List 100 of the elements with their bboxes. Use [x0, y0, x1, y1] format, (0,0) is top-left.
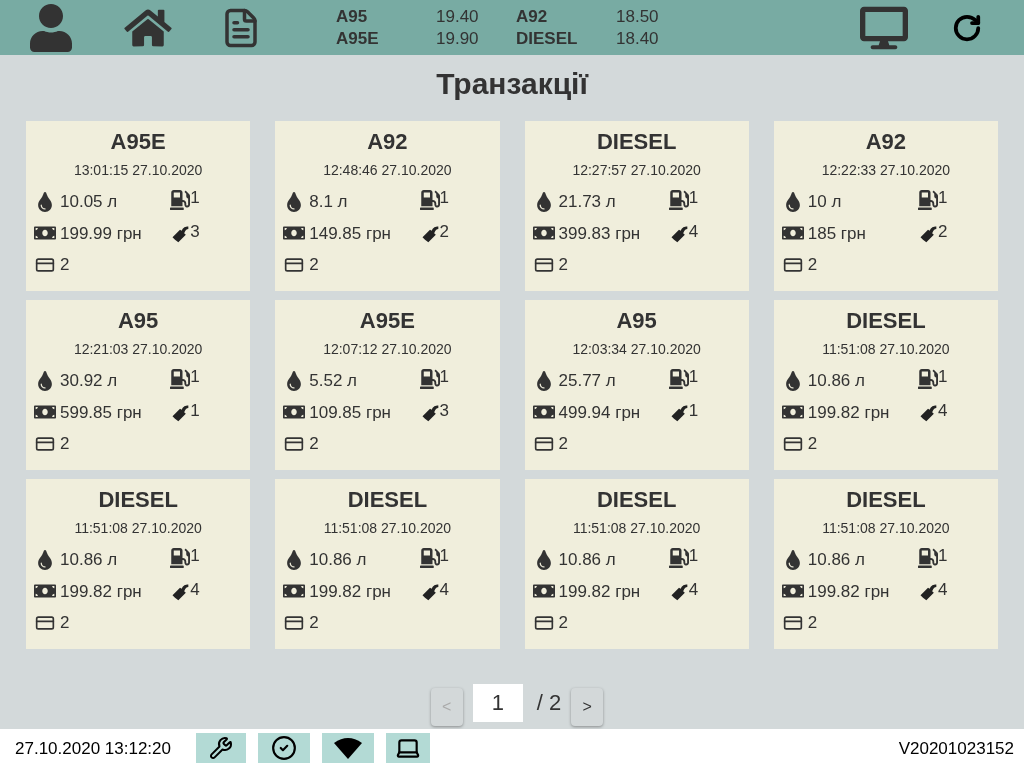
volume: 10.86 л	[309, 549, 367, 572]
transaction-time: 11:51:08 27.10.2020	[822, 519, 950, 539]
fuel-pump-icon	[918, 367, 938, 390]
transaction-time: 11:51:08 27.10.2020	[572, 519, 701, 539]
transaction-card[interactable]: A95 12:21:03 27.10.2020 30.92 л 599.85 грн 2 1 1	[26, 300, 251, 471]
fuel-nozzle-icon	[918, 582, 938, 603]
fuel-nozzle-icon	[170, 403, 191, 424]
wrench-icon[interactable]	[196, 733, 246, 764]
transaction-card[interactable]: DIESEL 11:51:08 27.10.2020 10.86 л 199.82 грн 2 1 4	[773, 479, 998, 650]
amount: 599.85 грн	[60, 401, 142, 424]
volume: 10 л	[807, 191, 842, 214]
nozzle-number: 2	[938, 220, 948, 243]
amount: 109.85 грн	[309, 401, 391, 424]
fuel-pump-icon	[668, 546, 689, 569]
fuel-name: A95E	[336, 27, 380, 50]
fuel-name: A92	[516, 5, 549, 28]
transaction-card[interactable]: DIESEL 11:51:08 27.10.2020 10.86 л 199.82 грн 2 1 4	[26, 479, 251, 650]
fuel-price: 18.40	[616, 27, 660, 50]
page-title: Транзакції	[435, 66, 590, 103]
transaction-card[interactable]: A95E 12:07:12 27.10.2020 5.52 л 109.85 грн 2 1 3	[275, 300, 500, 471]
volume: 21.73 л	[558, 191, 616, 214]
volume: 30.92 л	[60, 370, 118, 393]
refresh-icon[interactable]	[952, 12, 982, 43]
volume: 10.86 л	[807, 549, 865, 572]
fuel-nozzle-icon	[918, 403, 938, 424]
laptop-icon[interactable]	[386, 733, 430, 764]
payment-type: 2	[60, 612, 70, 635]
amount: 199.82 грн	[558, 580, 641, 603]
pump-number: 1	[688, 366, 699, 389]
transaction-card[interactable]: A95 12:03:34 27.10.2020 25.77 л 499.94 грн 2 1 1	[524, 300, 749, 471]
monitor-icon[interactable]	[860, 5, 908, 50]
payment-type: 2	[60, 254, 70, 277]
nozzle-number: 4	[190, 578, 200, 601]
banknote-icon	[532, 403, 555, 422]
payment-type: 2	[60, 433, 70, 456]
amount: 399.83 грн	[558, 222, 641, 245]
fuel-pump-icon	[918, 188, 938, 211]
pump-number: 1	[190, 545, 200, 568]
fuel-name: A95	[117, 307, 159, 336]
fuel-price: 19.40	[436, 5, 480, 28]
banknote-icon	[34, 582, 56, 601]
transaction-card[interactable]: A95E 13:01:15 27.10.2020 10.05 л 199.99 грн 2 1 3	[26, 121, 251, 292]
pump-number: 1	[190, 187, 200, 210]
fuel-name: DIESEL	[98, 486, 178, 515]
fuel-pump-icon	[170, 367, 191, 390]
nozzle-number: 3	[190, 220, 200, 243]
transaction-card[interactable]: DIESEL 12:27:57 27.10.2020 21.73 л 399.83 грн 2 1 4	[524, 121, 749, 292]
fuel-name: A95	[616, 307, 657, 336]
transaction-time: 11:51:08 27.10.2020	[74, 519, 202, 539]
payment-type: 2	[807, 433, 818, 456]
payment-type: 2	[807, 254, 818, 277]
fuel-name: A95E	[359, 307, 415, 336]
transaction-time: 13:01:15 27.10.2020	[73, 161, 203, 181]
volume: 5.52 л	[309, 370, 357, 393]
fuel-pump-icon	[170, 546, 191, 569]
nozzle-number: 4	[938, 578, 948, 601]
nozzle-number: 2	[439, 220, 449, 243]
pump-number: 1	[439, 545, 449, 568]
nozzle-number: 1	[688, 399, 699, 422]
transaction-time: 12:21:03 27.10.2020	[73, 340, 203, 360]
user-icon[interactable]	[30, 3, 72, 52]
transaction-time: 11:51:08 27.10.2020	[323, 519, 452, 539]
banknote-icon	[532, 582, 555, 601]
fuel-nozzle-icon	[918, 224, 938, 245]
volume: 25.77 л	[558, 370, 616, 393]
pump-number: 1	[190, 366, 200, 389]
transaction-card[interactable]: A92 12:22:33 27.10.2020 10 л 185 грн 2 1 2	[773, 121, 998, 292]
banknote-icon	[34, 403, 56, 422]
fuel-name: DIESEL	[347, 486, 428, 515]
next-page-button[interactable]: >	[571, 687, 604, 726]
nozzle-number: 3	[439, 399, 449, 422]
volume: 10.05 л	[60, 191, 118, 214]
page-input[interactable]: 1	[472, 683, 523, 722]
wifi-icon[interactable]	[322, 733, 374, 764]
version: V20201023152	[898, 737, 1014, 760]
date-time: 27.10.2020 13:12:20	[15, 737, 171, 760]
pump-number: 1	[938, 366, 948, 389]
banknote-icon	[283, 403, 306, 422]
volume: 10.86 л	[807, 370, 865, 393]
banknote-icon	[781, 224, 804, 243]
pump-number: 1	[938, 545, 948, 568]
fuel-pump-icon	[419, 546, 440, 569]
transaction-card[interactable]: A92 12:48:46 27.10.2020 8.1 л 149.85 грн 2 1 2	[275, 121, 500, 292]
pump-number: 1	[688, 187, 699, 210]
banknote-icon	[781, 582, 804, 601]
payment-type: 2	[558, 612, 568, 635]
amount: 199.82 грн	[60, 580, 142, 603]
transaction-card[interactable]: DIESEL 11:51:08 27.10.2020 10.86 л 199.82 грн 2 1 4	[524, 479, 749, 650]
fuel-name: DIESEL	[596, 128, 677, 157]
transaction-time: 12:48:46 27.10.2020	[323, 161, 452, 181]
fuel-price: 18.50	[616, 5, 660, 28]
transaction-card[interactable]: DIESEL 11:51:08 27.10.2020 10.86 л 199.82 грн 2 1 4	[773, 300, 998, 471]
page-total: / 2	[536, 689, 562, 718]
fuel-name: DIESEL	[516, 27, 579, 50]
transaction-card[interactable]: DIESEL 11:51:08 27.10.2020 10.86 л 199.82 грн 2 1 4	[275, 479, 500, 650]
pump-number: 1	[439, 366, 449, 389]
fuel-price: 19.90	[436, 27, 480, 50]
transaction-time: 12:07:12 27.10.2020	[323, 340, 452, 360]
nozzle-number: 1	[190, 399, 200, 422]
fuel-pump-icon	[668, 367, 689, 390]
